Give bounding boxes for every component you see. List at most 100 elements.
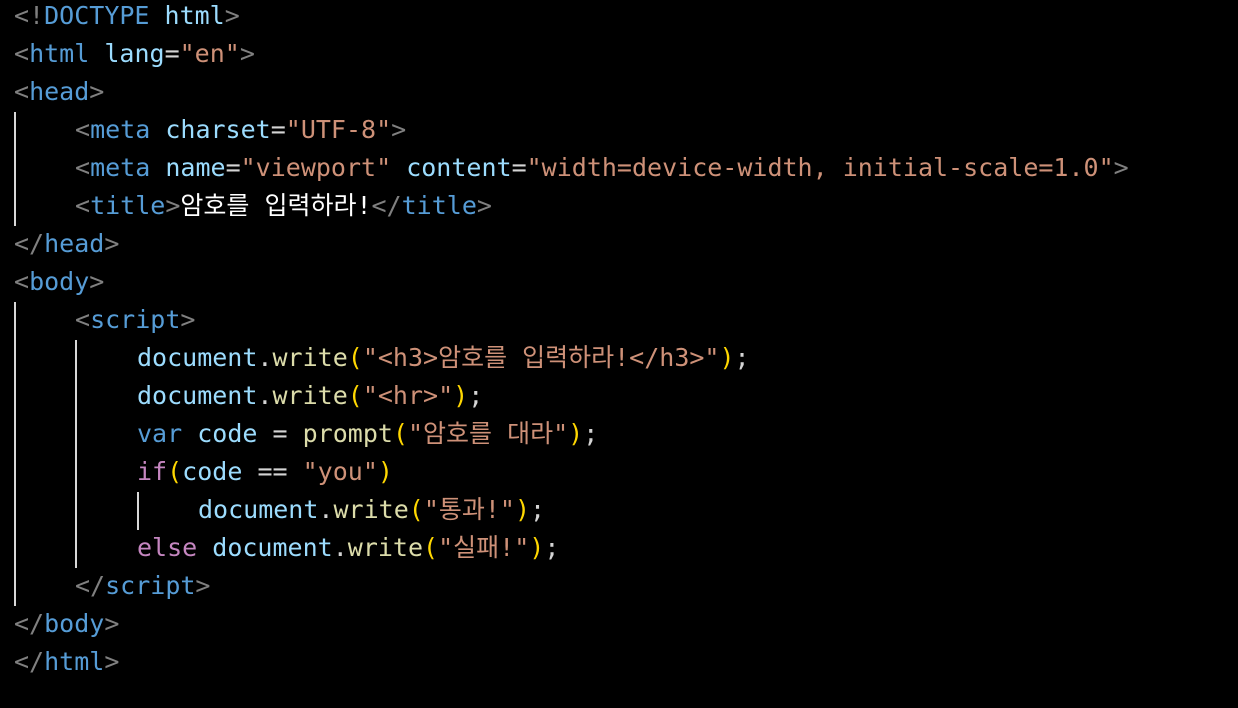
tag-bracket: >: [239, 39, 255, 68]
semicolon: ;: [734, 343, 750, 372]
code-line-write-h3: document.write("<h3>암호를 입력하라!</h3>");: [137, 339, 750, 377]
string-literal: "통과!": [423, 495, 515, 524]
identifier: document: [212, 533, 333, 562]
tag-bracket: >: [104, 647, 120, 676]
equals-sign: =: [270, 115, 286, 144]
identifier: document: [198, 495, 319, 524]
paren: ): [568, 419, 584, 448]
paren: (: [392, 419, 408, 448]
identifier: document: [137, 381, 258, 410]
attribute-name: name: [165, 153, 226, 182]
tag-name: head: [44, 229, 105, 258]
paren: ): [453, 381, 469, 410]
dot: .: [318, 495, 334, 524]
tag-name: body: [44, 609, 105, 638]
tag-bracket: >: [104, 609, 120, 638]
doctype-open-bracket: <!: [14, 1, 45, 30]
paren: ): [377, 457, 393, 486]
tag-bracket: >: [476, 191, 492, 220]
tag-bracket: <: [14, 267, 30, 296]
indent-guide-if: [137, 492, 139, 530]
code-line-html-close: </html>: [14, 643, 119, 681]
string-literal: "실패!": [438, 533, 530, 562]
code-line-body-close: </body>: [14, 605, 119, 643]
doctype-value: html: [164, 1, 225, 30]
code-line-prompt: var code = prompt("암호를 대라");: [137, 415, 598, 453]
tag-bracket: <: [75, 153, 91, 182]
attribute-value: "UTF-8": [285, 115, 392, 144]
paren: (: [347, 343, 363, 372]
equals-sign: =: [164, 39, 180, 68]
indent-guide-head: [14, 112, 16, 226]
attribute-value: "viewport": [240, 153, 392, 182]
code-editor[interactable]: <!DOCTYPE html> <html lang="en"> <head> …: [0, 0, 1238, 708]
dot: .: [257, 381, 273, 410]
tag-bracket: </: [14, 647, 45, 676]
equals-sign: =: [511, 153, 527, 182]
doctype-keyword: DOCTYPE: [44, 1, 150, 30]
tag-bracket: >: [165, 191, 181, 220]
title-text: 암호를 입력하라!: [180, 191, 372, 220]
keyword: if: [137, 457, 168, 486]
tag-bracket: <: [75, 191, 91, 220]
keyword: else: [137, 533, 198, 562]
tag-bracket: <: [75, 115, 91, 144]
tag-name: meta: [90, 153, 151, 182]
equals-sign: =: [225, 153, 241, 182]
tag-bracket: >: [180, 305, 196, 334]
identifier: code: [197, 419, 258, 448]
tag-bracket: >: [89, 77, 105, 106]
tag-bracket: </: [75, 571, 106, 600]
paren: (: [408, 495, 424, 524]
function-name: prompt: [302, 419, 393, 448]
attribute-name: charset: [165, 115, 271, 144]
attribute-name: content: [406, 153, 512, 182]
tag-bracket: >: [391, 115, 407, 144]
tag-bracket: <: [75, 305, 91, 334]
attribute-value: "width=device-width, initial-scale=1.0": [526, 153, 1114, 182]
dot: .: [257, 343, 273, 372]
identifier: code: [182, 457, 243, 486]
tag-name: html: [44, 647, 105, 676]
string-literal: "암호를 대라": [408, 419, 569, 448]
operator: =: [272, 419, 288, 448]
code-line-script-close: </script>: [75, 567, 210, 605]
keyword: var: [137, 419, 183, 448]
operator: ==: [257, 457, 288, 486]
semicolon: ;: [530, 495, 546, 524]
code-line-else: else document.write("실패!");: [137, 529, 559, 567]
string-literal: "<hr>": [362, 381, 454, 410]
semicolon: ;: [583, 419, 599, 448]
tag-bracket: </: [14, 609, 45, 638]
tag-name: body: [29, 267, 90, 296]
paren: ): [529, 533, 545, 562]
tag-name: script: [90, 305, 181, 334]
code-line-head-close: </head>: [14, 225, 119, 263]
code-line-if: if(code == "you"): [137, 453, 393, 491]
code-line-meta-viewport: <meta name="viewport" content="width=dev…: [75, 149, 1129, 187]
tag-name: html: [29, 39, 90, 68]
indent-guide-body: [14, 302, 16, 606]
indent-guide-script: [75, 340, 77, 568]
code-line-write-pass: document.write("통과!");: [198, 491, 545, 529]
paren: (: [167, 457, 183, 486]
method-name: write: [333, 495, 409, 524]
tag-name: head: [29, 77, 90, 106]
tag-bracket: </: [14, 229, 45, 258]
paren: (: [347, 381, 363, 410]
code-line-doctype: <!DOCTYPE html>: [14, 0, 240, 35]
tag-bracket: >: [195, 571, 211, 600]
dot: .: [332, 533, 348, 562]
string-literal: "you": [302, 457, 378, 486]
attribute-value: "en": [179, 39, 240, 68]
tag-name: title: [401, 191, 477, 220]
tag-bracket: </: [371, 191, 402, 220]
code-line-script-open: <script>: [75, 301, 195, 339]
tag-name: meta: [90, 115, 151, 144]
string-literal: "<h3>암호를 입력하라!</h3>": [362, 343, 720, 372]
paren: ): [514, 495, 531, 524]
code-line-title: <title>암호를 입력하라!</title>: [75, 187, 492, 225]
tag-bracket: >: [1113, 153, 1129, 182]
semicolon: ;: [544, 533, 560, 562]
code-line-head-open: <head>: [14, 73, 104, 111]
